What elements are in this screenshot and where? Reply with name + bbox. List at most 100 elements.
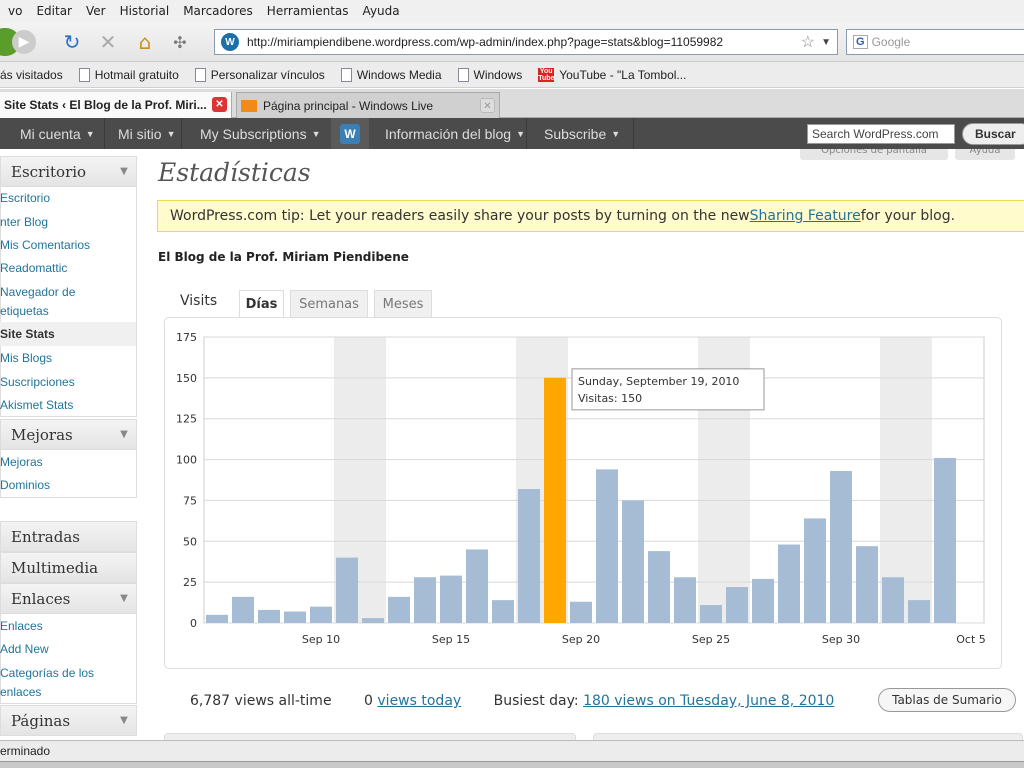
menu-mi-sitio[interactable]: Mi sitio ▼ xyxy=(98,118,182,149)
sidebar-item-add-new[interactable]: Add New xyxy=(0,642,49,656)
chart-bar[interactable] xyxy=(804,518,826,623)
sidebar-head-enlaces[interactable]: Enlaces ▼ xyxy=(0,583,137,614)
sharing-feature-link[interactable]: Sharing Feature xyxy=(750,208,861,224)
chart-bar[interactable] xyxy=(258,609,280,623)
chart-bar[interactable] xyxy=(596,469,618,623)
sidebar-item-mis-comentarios[interactable]: Mis Comentarios xyxy=(0,238,90,252)
wp-search-button[interactable]: Buscar xyxy=(962,123,1024,145)
chart-bar[interactable] xyxy=(544,377,566,623)
sidebar-item-categorias-2[interactable]: enlaces xyxy=(0,685,41,699)
chart-bar[interactable] xyxy=(752,578,774,623)
busiest-day-link[interactable]: 180 views on Tuesday, June 8, 2010 xyxy=(583,693,834,709)
views-today-link[interactable]: views today xyxy=(377,693,461,709)
menu-file[interactable]: vo xyxy=(8,4,22,18)
chart-bar[interactable] xyxy=(518,488,540,623)
tab-windows-live[interactable]: Página principal - Windows Live ✕ xyxy=(236,92,500,118)
chart-bar[interactable] xyxy=(414,577,436,623)
chart-bar[interactable] xyxy=(310,606,332,623)
chart-bar[interactable] xyxy=(778,544,800,623)
chart-bar[interactable] xyxy=(492,600,514,623)
url-text[interactable]: http://miriampiendibene.wordpress.com/wp… xyxy=(247,35,723,49)
tab-dias[interactable]: Días xyxy=(239,290,284,319)
menu-edit[interactable]: Editar xyxy=(36,4,72,18)
menu-view[interactable]: Ver xyxy=(86,4,106,18)
chart-bar[interactable] xyxy=(232,596,254,623)
menu-tools[interactable]: Herramientas xyxy=(267,4,349,18)
sidebar-item-categorias[interactable]: Categorías de los xyxy=(0,666,94,680)
sidebar-head-paginas[interactable]: Páginas ▼ xyxy=(0,705,137,736)
sidebar-head-mejoras[interactable]: Mejoras ▼ xyxy=(0,419,137,450)
close-tab-icon[interactable]: ✕ xyxy=(480,98,495,113)
chart-bar[interactable] xyxy=(882,577,904,623)
bookmark-windows-media[interactable]: Windows Media xyxy=(340,67,442,82)
chart-bar[interactable] xyxy=(700,605,722,623)
chart-bar[interactable] xyxy=(648,551,670,623)
menu-help[interactable]: Ayuda xyxy=(363,4,400,18)
collapse-arrow-icon[interactable]: ▼ xyxy=(112,157,136,186)
bookmark-youtube[interactable]: You Tube YouTube - "La Tombol... xyxy=(538,67,686,82)
menu-subscribe[interactable]: Subscribe ▼ xyxy=(524,118,634,149)
chart-bar[interactable] xyxy=(726,587,748,623)
menu-informacion-blog[interactable]: Información del blog ▼ xyxy=(365,118,527,149)
sidebar-item-mejoras[interactable]: Mejoras xyxy=(0,455,43,469)
sidebar-item-navegador[interactable]: Navegador de xyxy=(0,285,75,299)
bookmark-personalizar[interactable]: Personalizar vínculos xyxy=(194,67,325,82)
menu-bookmarks[interactable]: Marcadores xyxy=(183,4,253,18)
url-dropdown-icon[interactable]: ▼ xyxy=(821,37,831,48)
sidebar-item-escritorio[interactable]: Escritorio xyxy=(0,191,50,205)
chart-bar[interactable] xyxy=(206,614,228,623)
collapse-arrow-icon[interactable]: ▼ xyxy=(112,420,136,449)
menu-history[interactable]: Historial xyxy=(120,4,170,18)
tab-site-stats[interactable]: Site Stats ‹ El Blog de la Prof. Miri...… xyxy=(0,92,232,118)
chart-bar[interactable] xyxy=(440,575,462,623)
sidebar-item-readomattic[interactable]: Readomattic xyxy=(0,261,67,275)
collapse-arrow-icon[interactable]: ▼ xyxy=(112,584,136,613)
sidebar-item-akismet[interactable]: Akismet Stats xyxy=(0,398,73,412)
sidebar-head-entradas[interactable]: Entradas xyxy=(0,521,137,552)
bookmark-most-visited[interactable]: ás visitados xyxy=(0,68,63,82)
chart-bar[interactable] xyxy=(570,601,592,623)
chart-bar[interactable] xyxy=(284,611,306,623)
bookmark-star-icon[interactable]: ☆ xyxy=(801,32,815,52)
sidebar-head-escritorio[interactable]: Escritorio ▼ xyxy=(0,156,137,187)
addon-icon[interactable]: ✣ xyxy=(168,30,192,54)
wp-search-input[interactable]: Search WordPress.com xyxy=(807,124,955,144)
url-bar[interactable]: W http://miriampiendibene.wordpress.com/… xyxy=(214,29,838,55)
stop-icon[interactable]: ✕ xyxy=(96,30,120,54)
chart-bar[interactable] xyxy=(622,500,644,623)
chart-bar[interactable] xyxy=(362,618,384,623)
sidebar-head-multimedia[interactable]: Multimedia xyxy=(0,552,137,583)
bookmark-hotmail[interactable]: Hotmail gratuito xyxy=(78,67,179,82)
forward-button[interactable]: ▶ xyxy=(12,30,36,54)
y-tick-label: 125 xyxy=(176,413,197,426)
sidebar-item-inter-blog[interactable]: nter Blog xyxy=(0,215,48,229)
sidebar-item-dominios[interactable]: Dominios xyxy=(0,478,50,492)
search-bar[interactable]: G Google xyxy=(846,29,1024,55)
menu-mi-cuenta[interactable]: Mi cuenta ▼ xyxy=(0,118,105,149)
collapse-arrow-icon[interactable]: ▼ xyxy=(112,706,136,735)
sidebar-item-site-stats[interactable]: Site Stats xyxy=(0,322,136,346)
tab-meses[interactable]: Meses xyxy=(374,290,432,318)
sidebar-item-navegador-2[interactable]: etiquetas xyxy=(0,304,49,318)
chart-bar[interactable] xyxy=(856,546,878,623)
chart-bar[interactable] xyxy=(674,577,696,623)
tab-semanas[interactable]: Semanas xyxy=(290,290,368,318)
chart-bar[interactable] xyxy=(466,549,488,623)
chart-bar[interactable] xyxy=(934,457,956,623)
home-icon[interactable]: ⌂ xyxy=(132,30,158,54)
menu-my-subscriptions[interactable]: My Subscriptions ▼ xyxy=(180,118,332,149)
sidebar-item-enlaces[interactable]: Enlaces xyxy=(0,619,43,633)
sidebar-item-mis-blogs[interactable]: Mis Blogs xyxy=(0,351,52,365)
page-icon xyxy=(194,67,206,82)
bookmark-windows[interactable]: Windows xyxy=(457,67,522,82)
close-tab-icon[interactable]: ✕ xyxy=(212,97,227,112)
google-icon[interactable]: G xyxy=(853,35,868,49)
summary-tables-button[interactable]: Tablas de Sumario xyxy=(878,688,1016,712)
wordpress-logo-icon[interactable]: W xyxy=(331,118,369,149)
chart-bar[interactable] xyxy=(830,471,852,623)
sidebar-item-suscripciones[interactable]: Suscripciones xyxy=(0,375,75,389)
reload-icon[interactable]: ↻ xyxy=(60,30,84,54)
chart-bar[interactable] xyxy=(336,557,358,623)
chart-bar[interactable] xyxy=(388,596,410,623)
chart-bar[interactable] xyxy=(908,600,930,623)
